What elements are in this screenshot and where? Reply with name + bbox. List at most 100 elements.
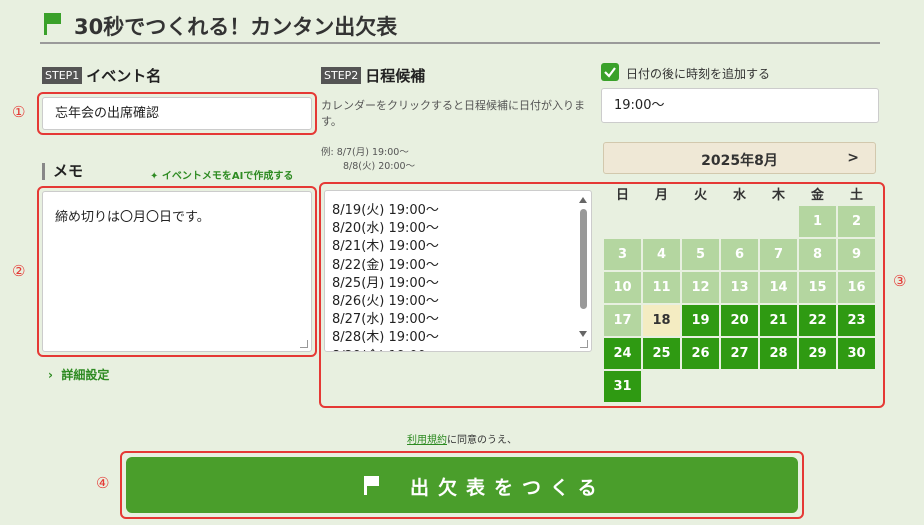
detail-settings-link[interactable]: › 詳細設定 — [48, 366, 109, 383]
date-candidates-textarea[interactable]: 8/19(火) 19:00～ 8/20(水) 19:00～ 8/21(木) 19:0… — [324, 190, 592, 352]
calendar-day-30[interactable]: 30 — [837, 337, 876, 370]
date-candidates-list: 8/19(火) 19:00～ 8/20(水) 19:00～ 8/21(木) 19:0… — [332, 202, 439, 351]
flag-icon — [364, 476, 379, 495]
calendar-blank — [681, 205, 720, 238]
add-time-checkbox[interactable] — [601, 63, 619, 81]
calendar-day-16: 16 — [837, 271, 876, 304]
calendar-day-17: 17 — [603, 304, 642, 337]
memo-textarea[interactable]: 締め切りは〇月〇日です。 — [42, 191, 312, 352]
step2-title: 日程候補 — [365, 67, 426, 85]
flag-icon — [44, 13, 61, 35]
date-candidate-line: 8/22(金) 19:00～ — [332, 257, 439, 273]
create-attendance-button[interactable]: 出欠表をつくる — [126, 457, 798, 513]
weekday-label: 日 — [615, 188, 629, 203]
calendar-day-5: 5 — [681, 238, 720, 271]
check-icon — [604, 67, 616, 78]
calendar-day-8: 8 — [798, 238, 837, 271]
calendar-day-6: 6 — [720, 238, 759, 271]
terms-suffix: に同意のうえ、 — [447, 435, 517, 446]
calendar-day-26[interactable]: 26 — [681, 337, 720, 370]
calendar-blank — [720, 205, 759, 238]
calendar-day-19[interactable]: 19 — [681, 304, 720, 337]
calendar-day-31[interactable]: 31 — [603, 370, 642, 403]
scroll-thumb[interactable] — [580, 209, 587, 309]
calendar-day-2: 2 — [837, 205, 876, 238]
calendar-month: 2025年8月 — [701, 153, 778, 169]
chevron-right-icon: › — [48, 368, 53, 382]
calendar-day-1: 1 — [798, 205, 837, 238]
annotation-3: ③ — [893, 272, 907, 290]
calendar-day-9: 9 — [837, 238, 876, 271]
annotation-1: ① — [12, 103, 26, 121]
date-candidate-line: 8/20(水) 19:00～ — [332, 221, 439, 237]
date-candidate-line: 8/21(木) 19:00～ — [332, 239, 439, 255]
resize-handle[interactable] — [580, 340, 588, 348]
calendar-day-28[interactable]: 28 — [759, 337, 798, 370]
calendar-header: 2025年8月 > — [603, 142, 876, 174]
calendar-blank — [642, 205, 681, 238]
step1-badge: STEP1 — [42, 67, 83, 84]
calendar-day-21[interactable]: 21 — [759, 304, 798, 337]
event-name-input[interactable]: 忘年会の出席確認 — [42, 97, 312, 130]
create-button-label: 出欠表をつくる — [410, 477, 606, 499]
calendar-day-29[interactable]: 29 — [798, 337, 837, 370]
date-candidate-line: 8/19(火) 19:00～ — [332, 203, 439, 218]
date-candidate-line: 8/27(水) 19:00～ — [332, 312, 439, 328]
annotation-4: ④ — [96, 474, 110, 492]
scroll-down-icon[interactable] — [579, 331, 587, 337]
calendar-day-10: 10 — [603, 271, 642, 304]
calendar-day-4: 4 — [642, 238, 681, 271]
ai-memo-link-text: イベントメモをAIで作成する — [161, 171, 294, 182]
next-month-button[interactable]: > — [847, 150, 859, 166]
calendar-day-22[interactable]: 22 — [798, 304, 837, 337]
step2-hint: カレンダーをクリックすると日程候補に日付が入ります。 — [321, 99, 585, 128]
step1-title: イベント名 — [86, 67, 162, 85]
calendar-blank — [759, 205, 798, 238]
calendar-blank — [603, 205, 642, 238]
calendar-day-24[interactable]: 24 — [603, 337, 642, 370]
page-header: 30秒でつくれる！カンタン出欠表 — [40, 8, 880, 44]
scroll-up-icon[interactable] — [579, 197, 587, 203]
weekday-label: 月 — [654, 188, 668, 203]
weekday-label: 水 — [732, 188, 746, 203]
calendar-day-14: 14 — [759, 271, 798, 304]
scrollbar[interactable] — [579, 197, 587, 347]
terms-notice: 利用規約に同意のうえ、 — [0, 431, 924, 446]
calendar-day-23[interactable]: 23 — [837, 304, 876, 337]
calendar-grid: 1 2 3 4 5 6 7 8 9 10 11 12 13 14 15 16 17 18 19 20 21 22 23 24 2… — [603, 205, 876, 403]
calendar-day-18[interactable]: 18 — [642, 304, 681, 337]
weekday-label: 火 — [693, 188, 707, 203]
annotation-2: ② — [12, 262, 26, 280]
resize-handle[interactable] — [300, 340, 308, 348]
calendar-day-12: 12 — [681, 271, 720, 304]
calendar-day-15: 15 — [798, 271, 837, 304]
weekday-label: 木 — [771, 188, 785, 203]
calendar-day-13: 13 — [720, 271, 759, 304]
weekday-label: 土 — [849, 188, 863, 203]
add-time-label[interactable]: 日付の後に時刻を追加する — [626, 65, 770, 82]
example-line-1: 例: 8/7(月) 19:00～ — [321, 147, 409, 158]
terms-link[interactable]: 利用規約 — [407, 435, 447, 446]
calendar-day-27[interactable]: 27 — [720, 337, 759, 370]
step2-badge: STEP2 — [321, 67, 362, 84]
time-input[interactable]: 19:00～ — [601, 88, 879, 123]
ai-memo-link[interactable]: ✦ イベントメモをAIで作成する — [150, 167, 293, 182]
calendar-weekdays: 日月火水木金土 — [603, 184, 876, 204]
memo-label: メモ — [42, 163, 83, 180]
calendar-day-11: 11 — [642, 271, 681, 304]
date-candidate-line: 8/28(木) 19:00～ — [332, 330, 439, 346]
step1-label: STEP1 イベント名 — [42, 65, 161, 86]
example-line-2: 8/8(火) 20:00～ — [343, 161, 416, 172]
detail-settings-label: 詳細設定 — [61, 368, 110, 382]
date-candidate-line: 8/29(金) 19:00～ — [332, 348, 439, 351]
calendar-day-3: 3 — [603, 238, 642, 271]
calendar-day-25[interactable]: 25 — [642, 337, 681, 370]
date-candidate-line: 8/25(月) 19:00～ — [332, 275, 439, 291]
calendar-day-7: 7 — [759, 238, 798, 271]
sparkle-icon: ✦ — [150, 171, 162, 182]
page-title: 30秒でつくれる！カンタン出欠表 — [74, 15, 398, 39]
step2-label: STEP2 日程候補 — [321, 65, 425, 86]
calendar-day-20[interactable]: 20 — [720, 304, 759, 337]
date-candidate-line: 8/26(火) 19:00～ — [332, 294, 439, 310]
memo-text: 締め切りは〇月〇日です。 — [55, 210, 210, 225]
